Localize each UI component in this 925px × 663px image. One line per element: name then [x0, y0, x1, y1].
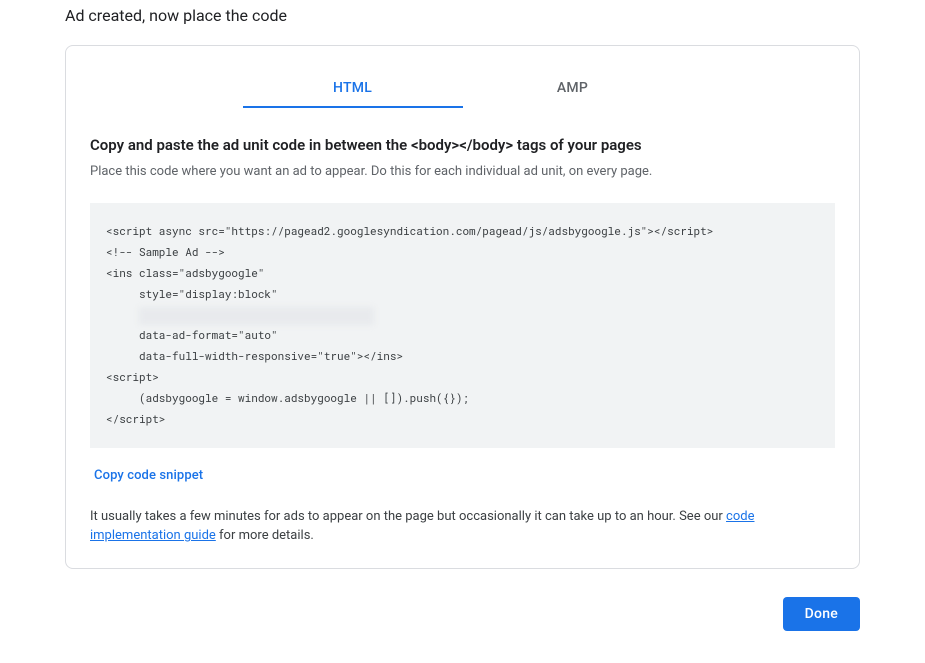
implementation-note: It usually takes a few minutes for ads t…	[90, 507, 835, 546]
redacted-line	[139, 307, 374, 325]
code-card: HTML AMP Copy and paste the ad unit code…	[65, 45, 860, 569]
tabs: HTML AMP	[90, 70, 835, 108]
code-line: <ins class="adsbygoogle"	[106, 265, 264, 280]
section-heading: Copy and paste the ad unit code in betwe…	[90, 136, 835, 154]
copy-code-link[interactable]: Copy code snippet	[94, 468, 203, 483]
tab-html[interactable]: HTML	[243, 70, 463, 108]
code-line: style="display:block"	[106, 286, 278, 301]
tab-amp[interactable]: AMP	[463, 70, 683, 108]
code-line: data-ad-format="auto"	[106, 327, 278, 342]
code-line: (adsbygoogle = window.adsbygoogle || [])…	[106, 390, 469, 405]
section-subheading: Place this code where you want an ad to …	[90, 164, 835, 179]
code-line: <script async src="https://pagead2.googl…	[106, 223, 713, 238]
code-line: </script>	[106, 411, 165, 426]
footer-actions: Done	[65, 597, 860, 631]
note-prefix: It usually takes a few minutes for ads t…	[90, 509, 726, 524]
code-line: <!-- Sample Ad -->	[106, 244, 225, 259]
done-button[interactable]: Done	[783, 597, 860, 631]
page-title: Ad created, now place the code	[65, 6, 860, 25]
code-line: <script>	[106, 369, 159, 384]
code-line: data-full-width-responsive="true"></ins>	[106, 348, 403, 363]
note-suffix: for more details.	[216, 528, 314, 543]
code-snippet[interactable]: <script async src="https://pagead2.googl…	[90, 203, 835, 448]
